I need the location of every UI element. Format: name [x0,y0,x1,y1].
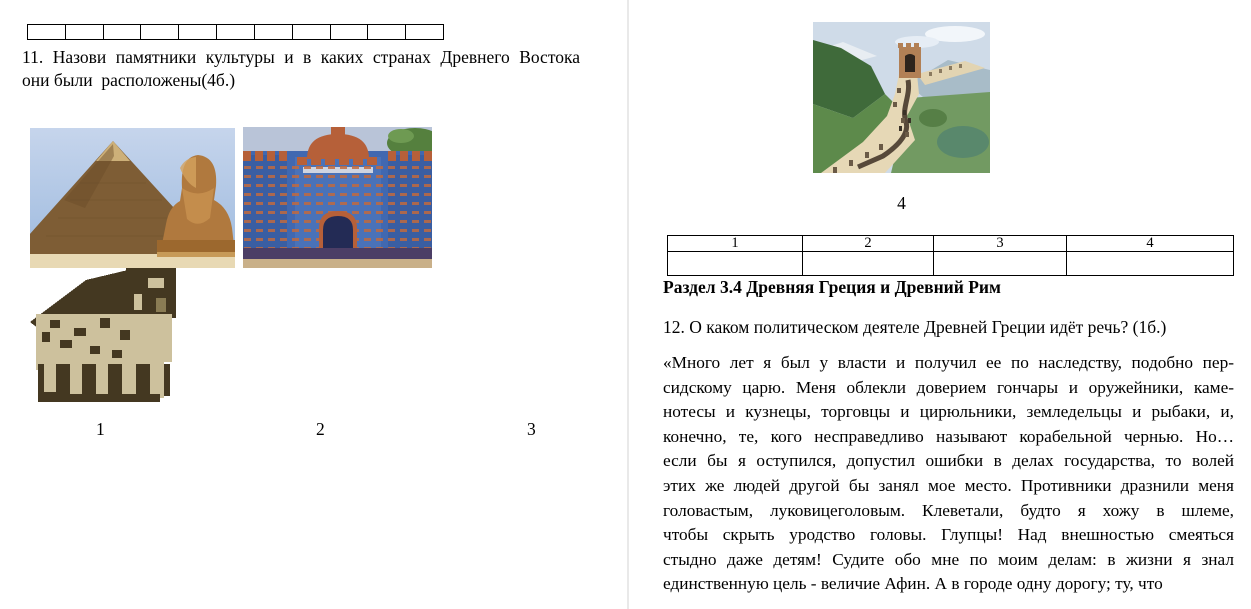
answer-table-cell [1066,251,1234,276]
question-11-line-1: 11. Назови памятники культуры и в каких … [22,47,580,67]
answer-table-body-row [667,251,1234,276]
quote-line: конечно, те, кого несправедливо называют… [663,426,1234,446]
answer-table-header-row: 1234 [667,235,1234,252]
answer-grid-cell [329,25,368,39]
answer-table-cell [667,251,803,276]
pyramids-and-sphinx-image [30,128,235,268]
quote-line: «Много лет я был у власти и получил ее п… [663,353,1234,372]
quote-line: если бы я оступился, допустил ошибки в д… [663,451,1234,471]
quote-paragraph: «Много лет я был у власти и получил ее п… [663,351,1234,597]
answer-grid-cell [291,25,330,39]
answer-table-header-cell: 1 [667,235,803,252]
figure-1-label: 1 [96,419,105,439]
answer-grid-cell [367,25,405,39]
ishtar-gate-image [243,127,432,268]
answer-table-cell [933,251,1067,276]
question-11-text: 11. Назови памятники культуры и в каких … [22,46,580,92]
answer-grid-cell [102,25,141,39]
quote-line: нотесы и кузнецы, торговцы и цирюльники,… [663,402,1234,422]
quote-line: чтобы скрыть уродство головы. Глупцы! На… [663,525,1234,545]
figure-3-label: 3 [527,419,536,439]
answer-grid [27,24,444,40]
quote-line: сидскому царю. Меня облекли доверием гон… [663,377,1234,397]
question-12-text: 12. О каком политическом деятеле Древней… [663,317,1167,337]
question-11-line-2: они были расположены(4б.) [22,70,236,90]
figure-2-label: 2 [316,419,325,439]
section-heading: Раздел 3.4 Древняя Греция и Древний Рим [663,277,1001,297]
quote-line: этих же людей другой бы занял мое место.… [663,475,1234,495]
answer-table-header-cell: 3 [933,235,1067,252]
answer-table: 1234 [667,235,1234,276]
answer-grid-cell [64,25,103,39]
figure-4-label: 4 [897,193,906,213]
document-page: 11. Назови памятники культуры и в каких … [0,0,1251,609]
answer-grid-cell [253,25,292,39]
quote-line: единственную цель - величие Афин. А в го… [663,574,1163,594]
answer-grid-cell [405,25,443,39]
lamassu-statue-image [30,268,180,402]
answer-grid-cell [28,25,65,39]
great-wall-of-china-image [813,22,990,173]
answer-table-header-cell: 4 [1066,235,1234,252]
answer-grid-cell [140,25,178,39]
page-divider [627,0,629,609]
answer-table-header-cell: 2 [802,235,934,252]
quote-line: стыдно даже детям! Судите обо мне по мои… [663,549,1234,569]
quote-line: головастым, луковицеголовым. Клеветали, … [663,500,1234,520]
answer-grid-cell [216,25,254,39]
answer-table-cell [802,251,934,276]
answer-grid-cell [178,25,216,39]
